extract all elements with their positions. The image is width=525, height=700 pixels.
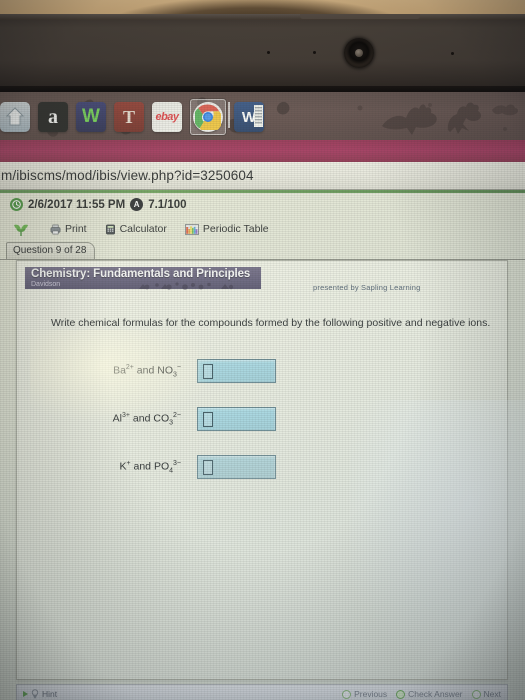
warcraft-icon-label: W <box>82 106 100 127</box>
bezel-sensor-dot <box>451 52 454 55</box>
cation-2: Al <box>112 412 123 425</box>
course-title: Chemistry: Fundamentals and Principles <box>31 267 251 280</box>
calculator-button[interactable]: Calculator <box>105 223 167 235</box>
previous-label: Previous <box>354 689 388 699</box>
anion-charge-1: − <box>176 363 181 371</box>
check-answer-label: Check Answer <box>408 689 463 699</box>
next-icon <box>471 689 481 699</box>
tumblr-icon[interactable]: T <box>114 102 144 132</box>
periodic-table-label: Periodic Table <box>202 223 269 235</box>
answer-input-3[interactable] <box>197 455 276 479</box>
expand-triangle-icon <box>23 691 28 697</box>
print-button[interactable]: Print <box>50 223 87 235</box>
anion-1: NO <box>157 364 173 377</box>
address-bar-url: m/ibiscms/mod/ibis/view.php?id=3250604 <box>1 168 254 183</box>
printer-icon <box>50 224 61 234</box>
grade-score: 7.1/100 <box>148 198 187 211</box>
grade-badge-letter: A <box>133 200 140 209</box>
previous-icon <box>342 689 352 699</box>
desktop-dock: a W T ebay W <box>0 92 525 140</box>
browser-address-bar[interactable]: m/ibiscms/mod/ibis/view.php?id=3250604 <box>0 162 525 190</box>
laptop-screen-photo: a W T ebay W m/ibiscms/mod/ibis/view.php… <box>0 0 525 700</box>
hint-label: Hint <box>42 689 58 699</box>
previous-button[interactable]: Previous <box>342 689 387 699</box>
anion-2: CO <box>153 412 170 425</box>
word-icon[interactable]: W <box>234 102 264 132</box>
amazon-icon-label: a <box>48 105 58 128</box>
finder-icon[interactable] <box>0 102 30 132</box>
question-tab[interactable]: Question 9 of 28 <box>6 242 96 259</box>
wallpaper-dinosaur-art <box>357 102 519 135</box>
answer-caret-box-1 <box>203 363 213 379</box>
hint-button[interactable]: Hint <box>23 689 57 699</box>
course-tools-row: Print Calculator Periodic Table <box>10 220 310 238</box>
answer-rows: Ba2+ and NO3− Al3+ and CO32− K+ and PO43… <box>17 347 509 491</box>
cation-charge-2: 3+ <box>122 411 130 419</box>
answer-row: K+ and PO43− <box>17 443 509 491</box>
answer-row: Ba2+ and NO3− <box>17 347 509 395</box>
banner-molecule-art <box>139 282 234 290</box>
dock-active-indicator <box>228 102 230 128</box>
ion-pair-label-2: Al3+ and CO32− <box>112 411 181 427</box>
periodic-table-icon <box>185 223 199 235</box>
lightbulb-icon <box>31 689 39 699</box>
bezel-sensor-dot <box>313 51 316 54</box>
clock-icon <box>10 198 23 211</box>
question-card: Chemistry: Fundamentals and Principles D… <box>16 260 508 680</box>
answer-caret-box-3 <box>203 459 213 475</box>
question-nav-group: Previous Check Answer Next <box>342 689 501 699</box>
anion-sub-1: 3 <box>173 371 177 379</box>
ebay-icon[interactable]: ebay <box>152 102 182 132</box>
next-button[interactable]: Next <box>471 689 501 699</box>
ion-pair-label-1: Ba2+ and NO3− <box>113 363 181 379</box>
print-label: Print <box>65 223 87 235</box>
question-prompt: Write chemical formulas for the compound… <box>51 317 491 329</box>
laptop-bezel <box>0 14 525 92</box>
bezel-sensor-dot <box>267 51 270 54</box>
warcraft-icon[interactable]: W <box>76 102 106 132</box>
bezel-lip <box>0 14 525 20</box>
ion-pair-label-3: K+ and PO43− <box>119 459 181 475</box>
anion-sub-2: 3 <box>169 419 174 427</box>
display-area: a W T ebay W m/ibiscms/mod/ibis/view.php… <box>0 92 525 700</box>
browser-window-top-band <box>0 140 525 162</box>
page-top-rule <box>0 190 525 193</box>
question-footer-bar: Hint Previous Check Answer Next <box>16 684 508 700</box>
sapling-page: 2/6/2017 11:55 PM A 7.1/100 Print Calcul… <box>0 190 525 700</box>
anion-sub-3: 4 <box>169 467 174 475</box>
cation-charge-1: 2+ <box>125 363 134 371</box>
calculator-icon <box>105 224 115 234</box>
sapling-leaf-logo <box>10 221 32 237</box>
cation-charge-3: + <box>126 459 131 467</box>
periodic-table-button[interactable]: Periodic Table <box>185 223 269 235</box>
next-label: Next <box>483 689 501 699</box>
chrome-icon[interactable] <box>193 102 223 132</box>
bezel-notch <box>300 14 420 19</box>
check-answer-icon <box>396 689 406 699</box>
amazon-icon[interactable]: a <box>38 102 68 132</box>
course-banner: Chemistry: Fundamentals and Principles D… <box>25 267 261 290</box>
answer-input-1[interactable] <box>197 359 276 383</box>
answer-input-2[interactable] <box>197 407 276 431</box>
dock-item-chrome-active[interactable] <box>190 99 230 135</box>
webcam-icon <box>344 38 374 68</box>
due-timestamp: 2/6/2017 11:55 PM <box>28 198 126 211</box>
question-tab-label: Question 9 of 28 <box>13 245 87 256</box>
answer-row: Al3+ and CO32− <box>17 395 509 443</box>
grade-badge-icon: A <box>130 198 144 211</box>
cation-1: Ba <box>113 364 126 377</box>
ebay-icon-label: ebay <box>155 111 179 123</box>
check-answer-button[interactable]: Check Answer <box>396 689 463 699</box>
answer-caret-box-2 <box>203 411 213 427</box>
dock-item-list: a W T ebay W <box>0 98 264 136</box>
anion-charge-2: 2− <box>173 411 181 419</box>
calculator-label: Calculator <box>119 223 167 235</box>
presented-by-label: presented by Sapling Learning <box>313 283 421 292</box>
anion-charge-3: 3− <box>173 459 181 467</box>
anion-3: PO <box>153 460 170 473</box>
course-meta-row: 2/6/2017 11:55 PM A 7.1/100 <box>10 198 187 211</box>
tumblr-icon-label: T <box>122 106 135 127</box>
